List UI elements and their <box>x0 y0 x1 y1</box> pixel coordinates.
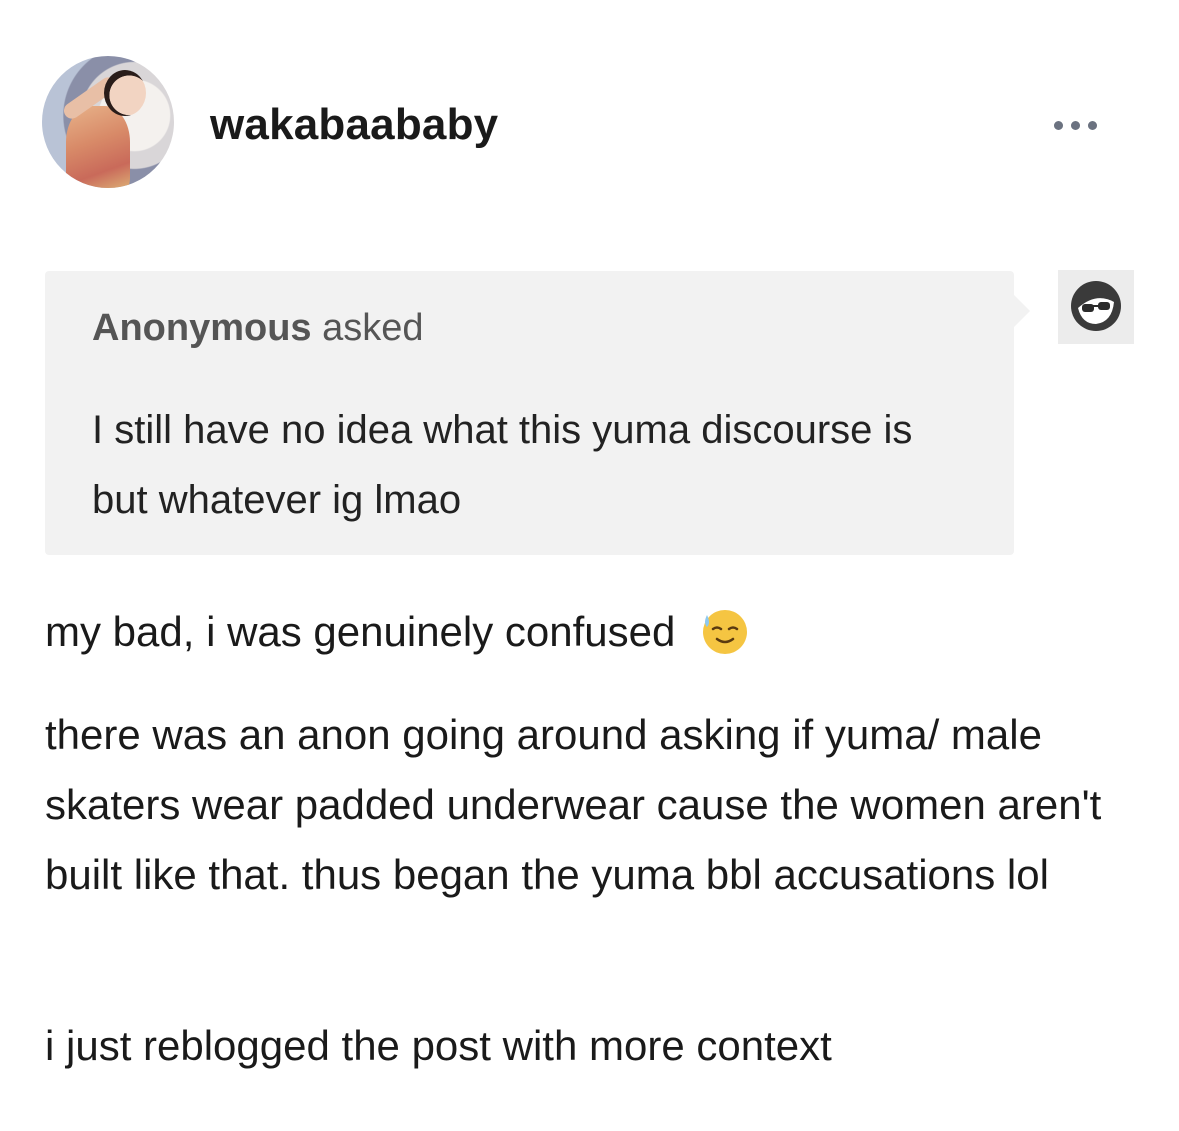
more-dot-icon <box>1088 120 1097 130</box>
answer-text-1: my bad, i was genuinely confused <box>45 608 676 655</box>
answer-paragraph-2: there was an anon going around asking if… <box>45 711 1102 898</box>
anonymous-sunglasses-icon <box>1071 281 1121 331</box>
username[interactable]: wakabaababy <box>210 100 498 150</box>
avatar[interactable] <box>42 56 174 188</box>
more-options-button[interactable] <box>1054 117 1114 133</box>
ask-question: I still have no idea what this yuma disc… <box>92 408 913 522</box>
avatar-head <box>104 70 146 116</box>
answer-paragraph-3: i just reblogged the post with more cont… <box>45 1022 832 1069</box>
asked-label: asked <box>322 307 424 349</box>
ask-box: Anonymous asked I still have no idea wha… <box>45 271 1030 555</box>
answer-paragraph-1: my bad, i was genuinely confused <box>45 604 1135 661</box>
more-dot-icon <box>1071 120 1080 130</box>
asker-line: Anonymous asked <box>92 307 424 350</box>
avatar-figure <box>66 106 130 188</box>
more-dot-icon <box>1054 120 1063 130</box>
sweat-smile-emoji <box>703 609 748 654</box>
anonymous-avatar <box>1058 270 1134 344</box>
asker-name: Anonymous <box>92 307 312 349</box>
